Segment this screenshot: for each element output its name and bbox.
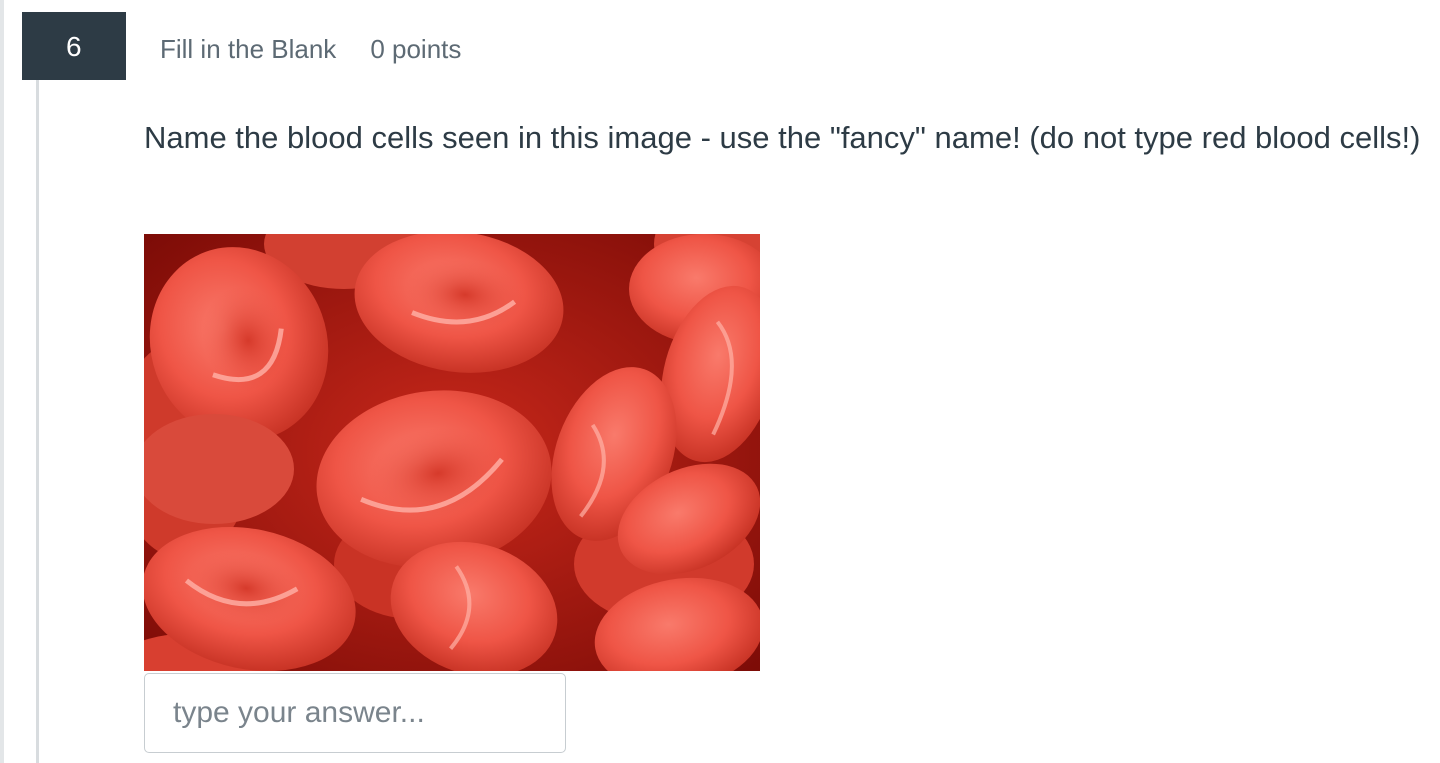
answer-input[interactable] [144,673,566,753]
question-meta: Fill in the Blank 0 points [160,32,461,66]
question-text: Name the blood cells seen in this image … [144,120,1421,155]
blood-cells-image [144,234,760,671]
question-left-rule [36,80,39,763]
quiz-question-page: 6 Fill in the Blank 0 points Name the bl… [0,0,1440,763]
question-type: Fill in the Blank [160,33,337,64]
question-number-badge: 6 [22,12,126,80]
left-border [0,0,4,763]
question-points: 0 points [370,33,462,64]
